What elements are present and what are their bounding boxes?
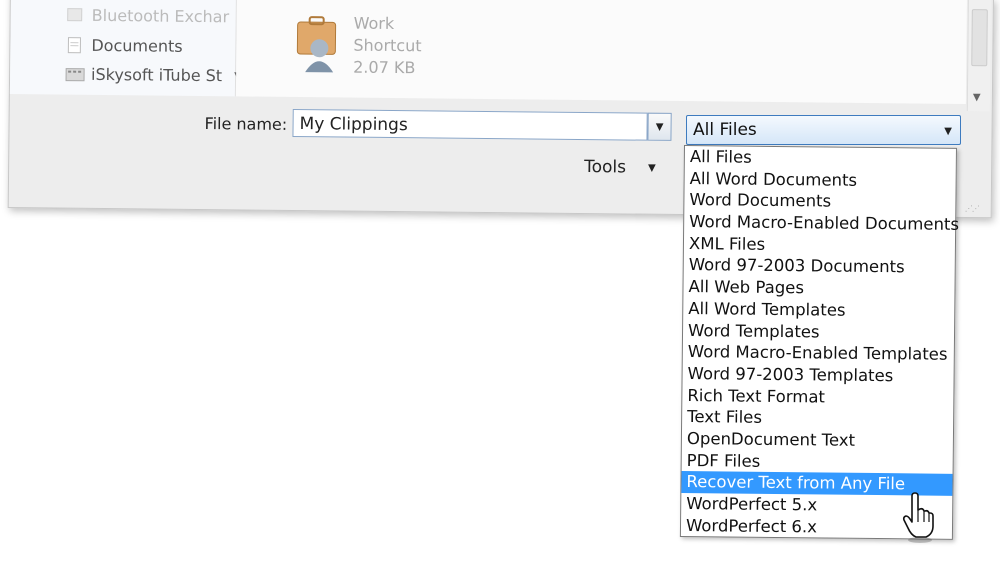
- file-item-work-shortcut[interactable]: Work Shortcut 2.07 KB: [291, 12, 422, 79]
- file-type-option-word-templates[interactable]: Word Templates: [683, 320, 954, 345]
- file-type-option-all-files[interactable]: All Files: [685, 146, 956, 171]
- resize-grip-icon[interactable]: ⋰⋰: [965, 204, 979, 213]
- tools-menu[interactable]: Tools ▼: [584, 157, 656, 178]
- file-type-option-pdf-files[interactable]: PDF Files: [682, 450, 953, 475]
- file-name-dropdown-button[interactable]: ▼: [647, 112, 672, 141]
- file-list-pane: Work Shortcut 2.07 KB: [235, 0, 967, 105]
- nav-item-documents[interactable]: Documents: [65, 34, 183, 57]
- vertical-scrollbar[interactable]: ▼: [966, 0, 991, 112]
- chevron-down-icon: ▼: [647, 162, 656, 174]
- file-type-options-list: All Files All Word Documents Word Docume…: [679, 145, 959, 540]
- briefcase-user-icon: [291, 12, 344, 75]
- file-meta: Work Shortcut 2.07 KB: [353, 13, 422, 78]
- hand-pointer-icon: [900, 492, 936, 544]
- file-type-option-all-web-pages[interactable]: All Web Pages: [683, 276, 954, 301]
- bluetooth-icon: [66, 7, 84, 23]
- file-type-selected: All Files: [693, 120, 757, 140]
- scrollbar-thumb[interactable]: [971, 9, 988, 67]
- file-name-input[interactable]: My Clippings: [292, 108, 648, 141]
- nav-item-iskysoft[interactable]: iSkysoft iTube St ▼: [65, 63, 243, 87]
- file-type-option-word-macro-enabled-templates[interactable]: Word Macro-Enabled Templates: [683, 341, 954, 366]
- file-type-option-word-macro-enabled-documents[interactable]: Word Macro-Enabled Documents: [684, 211, 959, 236]
- navigation-pane: Bluetooth Exchar Documents iSkysoft iTub…: [9, 0, 243, 97]
- chevron-down-icon: ▼: [944, 126, 952, 137]
- file-type-option-all-word-documents[interactable]: All Word Documents: [685, 168, 956, 193]
- file-type-option-rich-text-format[interactable]: Rich Text Format: [682, 385, 953, 410]
- file-type-option-opendocument-text[interactable]: OpenDocument Text: [682, 428, 953, 453]
- nav-item-bluetooth[interactable]: Bluetooth Exchar: [66, 4, 230, 28]
- file-type-option-xml-files[interactable]: XML Files: [684, 233, 955, 258]
- documents-icon: [65, 37, 83, 54]
- file-type-option-word-97-2003-documents[interactable]: Word 97-2003 Documents: [684, 254, 955, 279]
- tools-label: Tools: [584, 157, 627, 178]
- file-type-option-word-documents[interactable]: Word Documents: [684, 189, 955, 214]
- file-name-label: File name:: [204, 114, 288, 134]
- scroll-down-icon[interactable]: ▼: [973, 92, 981, 103]
- file-type-option-all-word-templates[interactable]: All Word Templates: [683, 298, 954, 323]
- file-type-option-text-files[interactable]: Text Files: [682, 406, 953, 431]
- file-type-select[interactable]: All Files ▼: [686, 115, 961, 145]
- file-type-option-word-97-2003-templates[interactable]: Word 97-2003 Templates: [682, 363, 953, 388]
- film-folder-icon: [65, 66, 85, 82]
- chevron-down-icon: ▼: [655, 121, 664, 133]
